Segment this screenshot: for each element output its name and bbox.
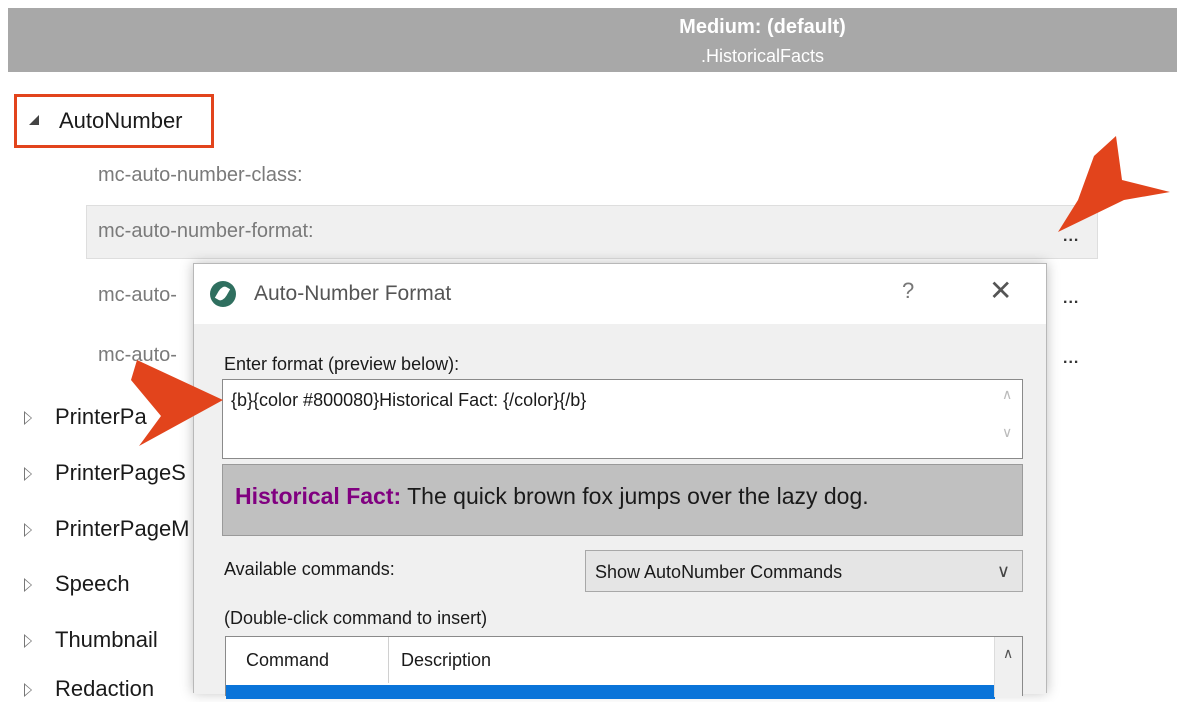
tree-item-label: Thumbnail	[55, 627, 158, 652]
app-logo-icon	[210, 281, 236, 307]
callout-arrow-ellipsis	[1058, 136, 1170, 232]
scroll-up-icon[interactable]: ∧	[1002, 386, 1012, 403]
scroll-up-icon[interactable]: ∧	[1003, 645, 1013, 662]
commands-grid[interactable]: Command Description ∧	[225, 636, 1023, 699]
dialog-titlebar[interactable]: Auto-Number Format ? ✕	[194, 264, 1046, 324]
format-value: {b}{color #800080}Historical Fact: {/col…	[231, 390, 587, 410]
collapsed-triangle-icon[interactable]	[24, 578, 33, 593]
preview-sample-text: The quick brown fox jumps over the lazy …	[401, 483, 869, 509]
dialog-body: Enter format (preview below): {b}{color …	[194, 324, 1046, 699]
preview-text: Historical Fact: The quick brown fox jum…	[235, 483, 869, 510]
double-click-hint: (Double-click command to insert)	[224, 608, 488, 628]
enter-format-label: Enter format (preview below):	[224, 354, 460, 374]
property-auto-3[interactable]: mc-auto-	[98, 284, 177, 307]
collapsed-triangle-icon[interactable]	[24, 634, 33, 649]
scroll-down-icon[interactable]: ∨	[1002, 424, 1012, 441]
tree-item-printerpages[interactable]: PrinterPageS	[24, 460, 186, 486]
ellipsis-button-3[interactable]: ...	[1063, 350, 1079, 368]
property-auto-number-format[interactable]: mc-auto-number-format:	[98, 220, 314, 243]
tree-item-label: PrinterPageS	[55, 460, 186, 485]
format-preview: Historical Fact: The quick brown fox jum…	[222, 464, 1023, 536]
collapsed-triangle-icon[interactable]	[24, 467, 33, 482]
tree-item-label: PrinterPageM	[55, 516, 190, 541]
tree-root-autonumber[interactable]: AutoNumber	[14, 94, 214, 148]
ellipsis-button-2[interactable]: ...	[1063, 290, 1079, 308]
help-button[interactable]: ?	[902, 278, 914, 304]
property-auto-number-class[interactable]: mc-auto-number-class:	[98, 164, 303, 187]
stylesheet-class-name: .HistoricalFacts	[700, 46, 825, 66]
available-commands-label: Available commands:	[224, 559, 395, 579]
grid-header-command[interactable]: Command	[226, 637, 389, 683]
auto-number-format-dialog: Auto-Number Format ? ✕ Enter format (pre…	[193, 263, 1047, 699]
commands-dropdown-value: Show AutoNumber Commands	[595, 562, 843, 582]
format-input-scrollbar[interactable]: ∧ ∨	[996, 380, 1022, 458]
format-input[interactable]: {b}{color #800080}Historical Fact: {/col…	[222, 379, 1023, 459]
collapsed-triangle-icon[interactable]	[24, 523, 33, 538]
grid-scrollbar[interactable]: ∧	[994, 637, 1022, 697]
tree-item-printerpagem[interactable]: PrinterPageM	[24, 516, 190, 542]
tree-item-label: Speech	[55, 571, 130, 596]
column-header: Medium: (default) .HistoricalFacts	[8, 8, 1177, 72]
callout-arrow-format-input	[131, 360, 223, 446]
close-button[interactable]: ✕	[989, 274, 1012, 307]
tree-item-speech[interactable]: Speech	[24, 571, 130, 597]
tree-item-redaction[interactable]: Redaction	[24, 676, 155, 702]
tree-item-printerpa[interactable]: PrinterPa	[24, 404, 147, 430]
preview-bold-text: Historical Fact:	[235, 483, 402, 509]
tree-item-thumbnail[interactable]: Thumbnail	[24, 627, 158, 653]
grid-selected-row[interactable]	[226, 685, 995, 699]
chevron-down-icon[interactable]: ∨	[997, 561, 1010, 582]
expand-triangle-icon[interactable]	[29, 115, 39, 125]
tree-item-label: Redaction	[55, 676, 155, 701]
collapsed-triangle-icon[interactable]	[24, 411, 33, 426]
medium-title: Medium: (default)	[679, 16, 846, 38]
grid-header-description[interactable]: Description	[389, 637, 989, 683]
commands-dropdown[interactable]: Show AutoNumber Commands ∨	[585, 550, 1023, 592]
dialog-title: Auto-Number Format	[254, 282, 452, 305]
tree-root-label: AutoNumber	[59, 108, 183, 133]
